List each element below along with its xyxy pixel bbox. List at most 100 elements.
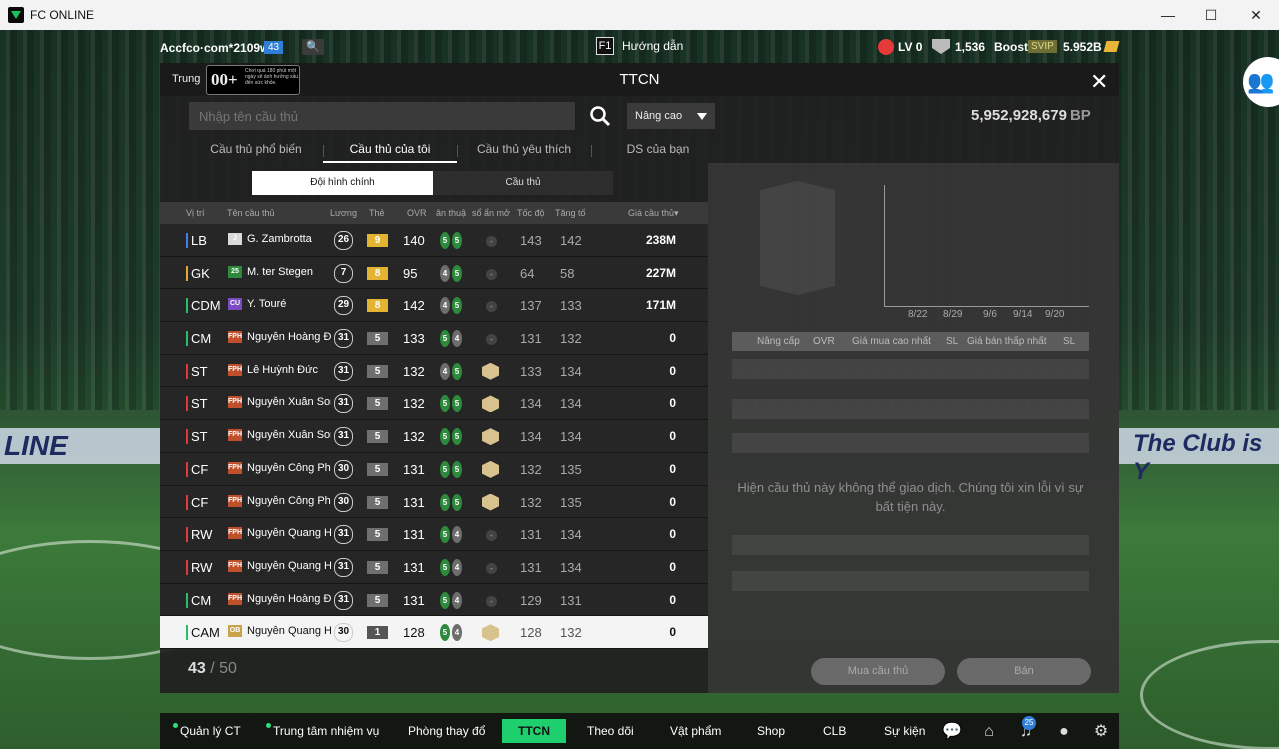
player-position: CDM [191, 298, 221, 314]
panel-title: TTCN [619, 71, 660, 88]
col-speed[interactable]: Tốc độ [517, 208, 545, 218]
col-player-name[interactable]: Tên cầu thủ [227, 208, 275, 218]
player-search-input[interactable] [189, 102, 575, 130]
col-buy-qty: SL [946, 336, 959, 347]
home-icon[interactable]: ⌂ [979, 722, 999, 741]
maximize-button[interactable]: ☐ [1188, 0, 1234, 30]
tab-your-list[interactable]: DS của bạn [591, 137, 725, 163]
player-acceleration: 134 [560, 429, 582, 445]
f1-key-icon[interactable]: F1 [596, 37, 614, 55]
squad-count-max: 50 [219, 660, 237, 677]
right-foot-icon: 5 [452, 460, 462, 478]
menu-events[interactable]: Sự kiện [884, 724, 925, 738]
right-foot-icon: 4 [452, 526, 462, 544]
position-color-bar [186, 429, 188, 445]
col-lowest-sell: Giá bán thấp nhất [967, 336, 1047, 347]
table-row[interactable]: CAM OB Nguyễn Quang Hải30 1 128 54 128 132 0 [160, 616, 708, 649]
menu-mission-center[interactable]: Trung tâm nhiệm vụ [266, 723, 379, 738]
menu-locker-room[interactable]: Phòng thay đổ [408, 724, 485, 738]
player-table-header: Vị trí Tên cầu thủ Lương Thẻ OVR ân thuậ… [160, 202, 708, 224]
season-icon: FPH [228, 592, 242, 605]
season-icon: FPH [228, 461, 242, 474]
tab-favorite-players[interactable]: Cầu thủ yêu thích [457, 137, 591, 163]
table-row[interactable]: GK 25 M. ter Stegen 7 8 95 4 5 - 64 58 227M [160, 256, 708, 290]
position-color-bar [186, 363, 188, 379]
player-price: 171M [645, 298, 676, 313]
subtab-main-squad[interactable]: Đội hình chính [252, 171, 433, 195]
col-position[interactable]: Vị trí [186, 208, 205, 218]
profile-icon[interactable]: ● [1054, 722, 1074, 741]
salary-badge: 31 [334, 394, 353, 414]
account-search-icon[interactable]: 🔍 [302, 39, 324, 55]
gear-icon[interactable]: ⚙ [1091, 722, 1111, 741]
minimize-button[interactable]: — [1145, 0, 1191, 30]
trade-row-placeholder [732, 571, 1089, 591]
sell-button[interactable]: Bán [957, 658, 1091, 685]
player-position: LB [191, 233, 207, 248]
table-row[interactable]: ST FPH Nguyễn Xuân Son 31 5 132 5 5 134 134 0 [160, 420, 708, 453]
player-ovr: 131 [403, 592, 425, 608]
close-panel-button[interactable]: ✕ [1090, 69, 1108, 95]
player-speed: 134 [520, 429, 542, 445]
col-acceleration[interactable]: Tăng tố [555, 208, 586, 218]
close-window-button[interactable]: ✕ [1233, 0, 1279, 30]
tab-popular-players[interactable]: Cầu thủ phổ biến [189, 137, 323, 163]
player-position: CF [191, 461, 209, 477]
tab-my-players[interactable]: Cầu thủ của tôi [323, 137, 457, 163]
search-button[interactable] [582, 102, 618, 130]
table-row[interactable]: CMFPHNguyễn Hoàng Đức31513154-1291310 [160, 583, 708, 617]
salary-badge: 31 [334, 557, 353, 577]
chat-icon[interactable]: 💬 [942, 722, 962, 741]
table-row[interactable]: CFFPHNguyễn Công Phượng305131551321350 [160, 452, 708, 486]
player-ovr: 132 [403, 363, 425, 379]
right-foot-icon: 5 [452, 428, 462, 446]
col-hidden-stats[interactable]: sổ ẩn mở [472, 208, 510, 218]
table-row[interactable]: CMFPHNguyễn Hoàng Đức31513354-1311320 [160, 322, 708, 355]
menu-watchlist[interactable]: Theo dõi [587, 724, 634, 738]
guide-link[interactable]: Hướng dẫn [622, 39, 683, 53]
ad-board-left-text: LINE [4, 430, 68, 461]
salary-badge: 31 [334, 427, 353, 447]
table-row[interactable]: RWFPHNguyễn Quang Hải31513154-1311340 [160, 518, 708, 551]
menu-ttcn[interactable]: TTCN [502, 719, 566, 743]
bottom-menu: Quản lý CT Trung tâm nhiệm vụ Phòng thay… [160, 713, 1119, 749]
col-salary[interactable]: Lương [330, 208, 357, 218]
col-ovr[interactable]: OVR [407, 208, 427, 218]
menu-items[interactable]: Vật phẩm [670, 724, 721, 738]
position-color-bar [186, 265, 188, 281]
buy-player-button[interactable]: Mua cầu thủ [811, 658, 945, 685]
table-row[interactable]: CDM CU Y. Touré 29 8 142 4 5 - 137 133 171M [160, 289, 708, 323]
player-speed: 132 [520, 461, 542, 477]
table-row[interactable]: ST FPH Lê Huỳnh Đức 31 5 132 4 5 133 134 0 [160, 354, 708, 388]
menu-squad-management[interactable]: Quản lý CT [173, 723, 241, 738]
card-grade: 8 [367, 299, 388, 313]
table-row[interactable]: CFFPHNguyễn Công Phượng305131551321350 [160, 485, 708, 519]
level-face-icon [878, 39, 894, 55]
level-badge: 43 [264, 41, 284, 54]
no-trait-icon: - [486, 301, 497, 313]
trade-table-header: Nâng cấp OVR Giá mua cao nhất SL Giá bán… [732, 332, 1089, 351]
left-foot-icon: 4 [440, 297, 450, 315]
player-ovr: 131 [403, 494, 425, 510]
subtab-players[interactable]: Cầu thủ [433, 171, 613, 195]
player-position: CM [191, 331, 212, 347]
player-speed: 131 [520, 559, 542, 575]
season-icon: FPH [228, 527, 242, 540]
col-price[interactable]: Giá cầu thủ▾ [628, 208, 679, 219]
advanced-filter-dropdown[interactable]: Nâng cao [627, 103, 715, 129]
position-color-bar [186, 527, 188, 543]
table-row[interactable]: ST FPH Nguyễn Xuân Son 31 5 132 5 5 134 134 0 [160, 387, 708, 421]
left-foot-icon: 5 [440, 428, 450, 446]
table-row[interactable]: LB J G. Zambrotta 26 9 140 5 5 - 143 142 238M [160, 224, 708, 257]
col-foot[interactable]: ân thuậ [436, 208, 466, 218]
col-upgrade: Nâng cấp [757, 336, 800, 347]
player-name: Nguyễn Công Phượng [247, 494, 331, 507]
menu-club[interactable]: CLB [823, 724, 846, 738]
not-tradable-message: Hiện cầu thủ này không thể giao dịch. Ch… [737, 480, 1084, 514]
col-card[interactable]: Thẻ [369, 208, 385, 218]
position-color-bar [186, 233, 188, 248]
menu-shop[interactable]: Shop [757, 724, 785, 738]
account-name: Accfco·com*2109w [160, 41, 270, 55]
player-position: ST [191, 363, 208, 379]
table-row[interactable]: RWFPHNguyễn Quang Hải31513154-1311340 [160, 550, 708, 584]
